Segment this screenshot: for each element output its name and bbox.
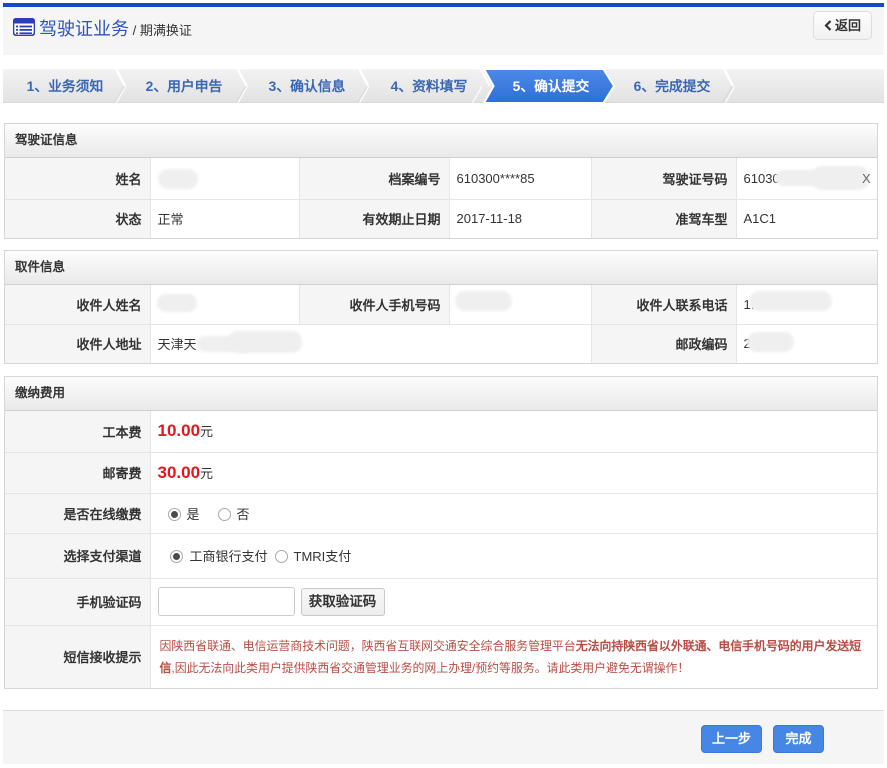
- svg-text:5、确认提交: 5、确认提交: [513, 78, 590, 94]
- svg-text:1、业务须知: 1、业务须知: [27, 78, 104, 94]
- svg-text:2、用户申告: 2、用户申告: [146, 78, 223, 94]
- svg-text:6、完成提交: 6、完成提交: [634, 78, 711, 94]
- svg-text:4、资料填写: 4、资料填写: [391, 78, 468, 94]
- svg-text:3、确认信息: 3、确认信息: [269, 78, 346, 94]
